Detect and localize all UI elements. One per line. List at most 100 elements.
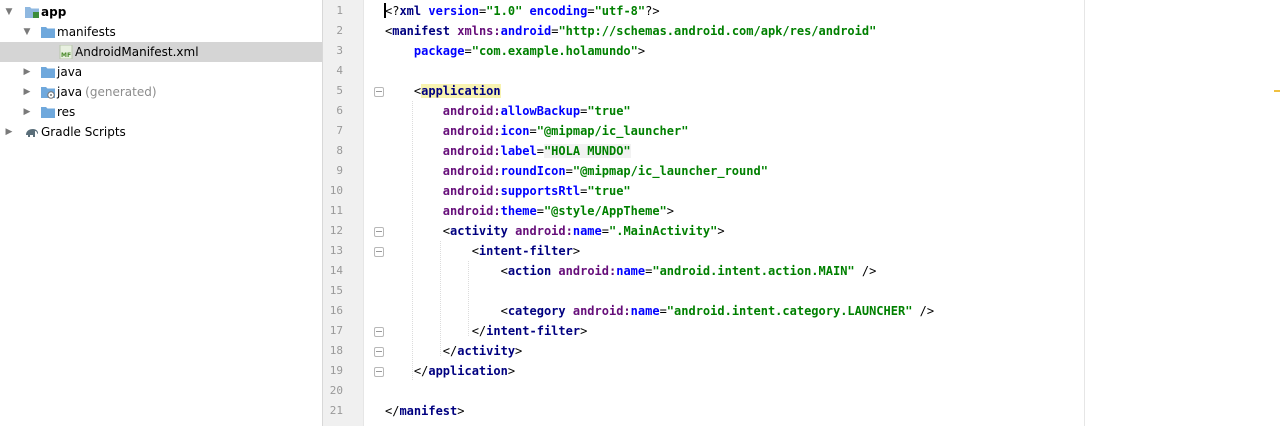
folder-icon [40,105,56,119]
tree-item[interactable]: ▶ java (generated) [0,82,322,102]
module-folder-icon [24,5,40,19]
code-token: xml [399,4,422,18]
code-token: < [385,264,508,278]
collapsed-arrow-icon[interactable]: ▶ [21,82,33,102]
code-token: <? [385,4,400,18]
code-token: activity [450,224,508,238]
code-token: icon [500,124,530,138]
collapsed-arrow-icon[interactable]: ▶ [21,62,33,82]
line-number: 15 [329,284,343,297]
code-token: ".MainActivity" [609,224,718,238]
code-token: encoding [522,4,588,18]
code-token: android: [515,224,573,238]
fold-marker-icon[interactable] [374,87,384,97]
code-token: supportsRtl [500,184,581,198]
collapsed-arrow-icon[interactable]: ▶ [3,122,15,142]
code-token: action [507,264,552,278]
code-line: android:theme="@style/AppTheme"> [385,201,674,221]
code-token: android: [442,124,501,138]
expanded-arrow-icon[interactable]: ▼ [21,22,33,42]
code-token: </ [385,324,487,338]
code-token: > [507,364,516,378]
line-number: 12 [329,224,343,237]
manifest-file-icon: MF [58,44,74,60]
code-line: <application [385,81,501,101]
tree-item-label: AndroidManifest.xml [75,45,199,59]
code-token: > [580,324,588,338]
code-token: allowBackup [500,104,581,118]
fold-marker-icon[interactable] [374,227,384,237]
code-token: = [587,4,595,18]
code-token: > [666,204,675,218]
tree-item-label: res [57,105,76,119]
code-token: "@mipmap/ic_launcher" [536,124,689,138]
code-token: intent-filter [478,244,573,258]
code-token: "com.example.holamundo" [471,44,638,58]
expanded-arrow-icon[interactable]: ▼ [3,2,15,22]
code-line: android:allowBackup="true" [385,101,631,121]
code-line: android:icon="@mipmap/ic_launcher" [385,121,689,141]
svg-text:MF: MF [61,52,71,59]
code-token: > [457,404,465,418]
indent-guide [440,241,441,356]
line-number: 9 [336,164,343,177]
code-line: </activity> [385,341,522,361]
fold-marker-icon[interactable] [374,327,384,337]
line-number: 4 [336,64,343,77]
line-number: 10 [329,184,343,197]
code-line: <intent-filter> [385,241,580,261]
tree-item[interactable]: ▶ java [0,62,322,82]
fold-gutter[interactable] [363,0,384,426]
code-line: android:supportsRtl="true" [385,181,631,201]
right-margin-guide [1084,0,1085,426]
code-token: application [421,84,501,98]
tree-item-label: Gradle Scripts [41,125,126,139]
code-token: > [637,44,646,58]
indent-guide [468,261,469,336]
tree-item[interactable]: ▶ res [0,102,322,122]
line-number: 2 [336,24,343,37]
code-token: < [385,244,479,258]
line-number: 7 [336,124,343,137]
code-token: "android.intent.action.MAIN" [652,264,855,278]
code-token: manifest [392,24,451,38]
line-number: 19 [329,364,343,377]
code-token: "android.intent.category.LAUNCHER" [666,304,913,318]
tree-item[interactable]: ▶ Gradle Scripts [0,122,322,142]
code-token: "utf-8" [594,4,646,18]
scrollbar-warning-marker[interactable] [1274,90,1280,92]
project-tree[interactable]: ▼ app ▼ manifests MF AndroidManifest.xml ▶ java… [0,0,323,426]
code-token: android: [558,264,617,278]
code-token: > [515,344,523,358]
code-line: </intent-filter> [385,321,588,341]
code-token: roundIcon [500,164,566,178]
code-token: = [529,124,537,138]
code-line: android:label="HOLA MUNDO" [385,141,631,161]
code-token: android: [572,304,631,318]
code-token: "true" [587,184,631,198]
collapsed-arrow-icon[interactable]: ▶ [21,102,33,122]
text-caret [384,3,386,18]
code-token: name [616,264,646,278]
code-token: </ [385,344,458,358]
code-token: manifest [399,404,458,418]
code-token: > [572,244,581,258]
line-number: 18 [329,344,343,357]
tree-item[interactable]: ▼ manifests [0,22,322,42]
code-token: </ [385,404,400,418]
tree-item[interactable]: ▼ app [0,2,322,22]
fold-marker-icon[interactable] [374,347,384,357]
fold-marker-icon[interactable] [374,367,384,377]
fold-marker-icon[interactable] [374,247,384,257]
code-token: = [601,224,609,238]
tree-item[interactable]: MF AndroidManifest.xml [0,42,322,62]
tree-item-label: manifests [57,25,116,39]
code-token: < [385,224,451,238]
code-token: label [500,144,537,158]
